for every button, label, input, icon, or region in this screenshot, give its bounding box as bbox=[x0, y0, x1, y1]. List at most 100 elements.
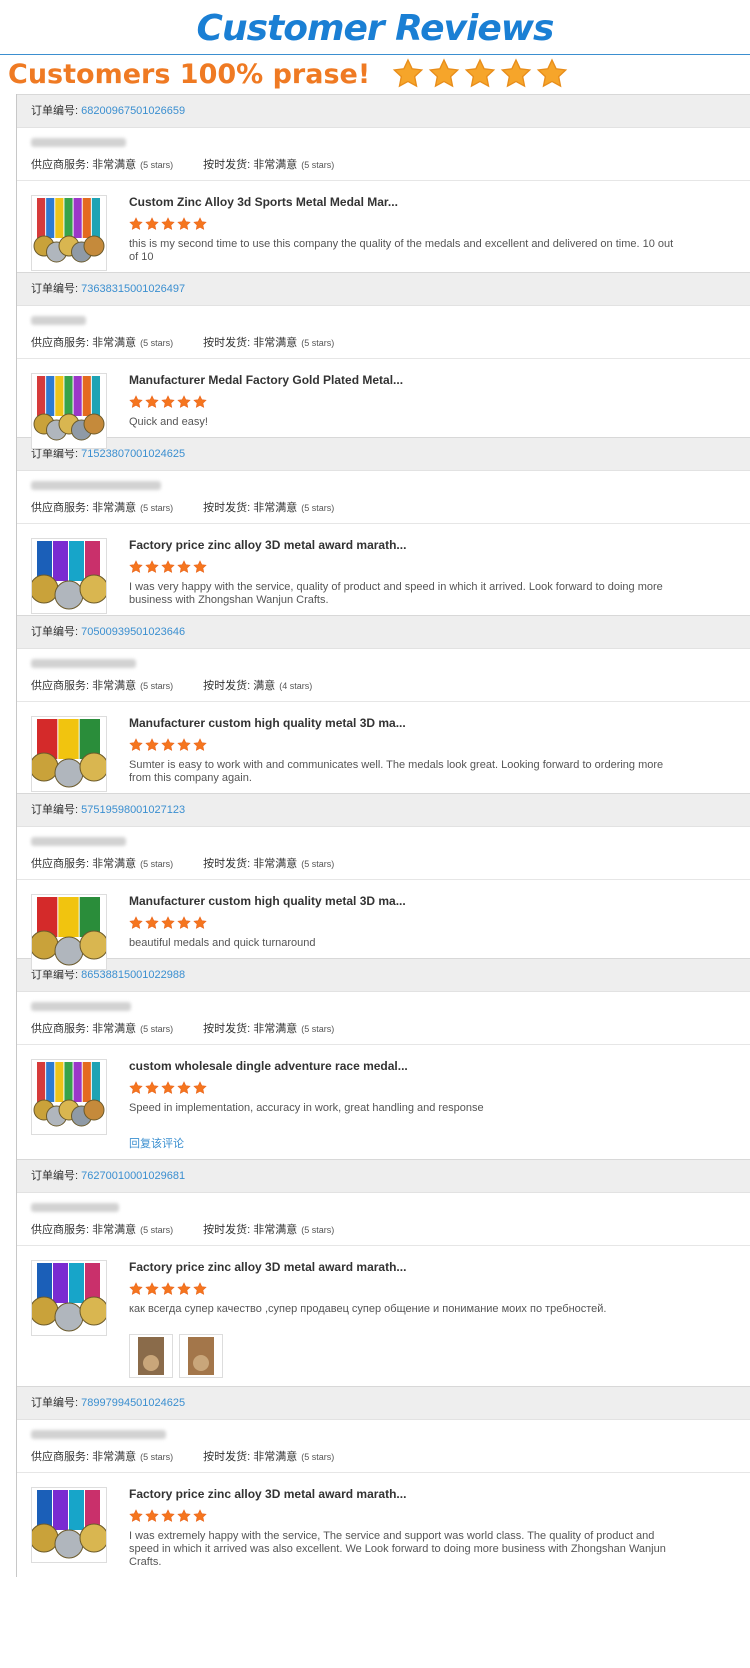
order-number[interactable]: 57519598001027123 bbox=[81, 804, 185, 816]
order-number-label: 订单编号: bbox=[31, 1397, 79, 1409]
product-thumbnail[interactable] bbox=[31, 538, 107, 614]
order-number[interactable]: 68200967501026659 bbox=[81, 105, 185, 117]
star-icon bbox=[145, 1081, 159, 1094]
star-icon bbox=[129, 738, 143, 751]
order-header: 订单编号: 68200967501026659 bbox=[17, 95, 750, 128]
on-time-shipping-label: 按时发货: bbox=[203, 680, 251, 692]
product-review: Manufacturer Medal Factory Gold Plated M… bbox=[17, 359, 750, 449]
on-time-shipping-value: 非常满意 bbox=[253, 502, 298, 514]
service-ratings: 供应商服务: 非常满意 (5 stars) 按时发货: 非常满意 (5 stars) bbox=[31, 156, 334, 172]
review-stars bbox=[129, 1282, 681, 1297]
buyer-rating-row: 供应商服务: 非常满意 (5 stars) 按时发货: 非常满意 (5 stars) bbox=[17, 306, 750, 359]
order-number[interactable]: 73638315001026497 bbox=[81, 283, 185, 295]
star-icon bbox=[193, 560, 207, 573]
product-review: Custom Zinc Alloy 3d Sports Metal Medal … bbox=[17, 181, 750, 272]
buyer-name-blurred bbox=[31, 1430, 166, 1439]
on-time-shipping-label: 按时发货: bbox=[203, 337, 251, 349]
service-ratings: 供应商服务: 非常满意 (5 stars) 按时发货: 非常满意 (5 stars) bbox=[31, 855, 334, 871]
buyer-name-blurred bbox=[31, 1002, 131, 1011]
supplier-service-value: 非常满意 bbox=[92, 502, 137, 514]
product-thumbnail[interactable] bbox=[31, 894, 107, 970]
product-thumbnail[interactable] bbox=[31, 1260, 107, 1336]
on-time-shipping-stars: (5 stars) bbox=[301, 1452, 335, 1462]
star-icon bbox=[177, 1081, 191, 1094]
order-number[interactable]: 86538815001022988 bbox=[81, 969, 185, 981]
product-title[interactable]: Manufacturer custom high quality metal 3… bbox=[129, 894, 681, 910]
star-icon bbox=[177, 1282, 191, 1295]
buyer-rating-row: 供应商服务: 非常满意 (5 stars) 按时发货: 满意 (4 stars) bbox=[17, 649, 750, 702]
praise-text: Customers 100% prase! bbox=[8, 58, 371, 90]
order-header: 订单编号: 78997994501024625 bbox=[17, 1387, 750, 1420]
product-title[interactable]: custom wholesale dingle adventure race m… bbox=[129, 1059, 681, 1075]
product-review: Factory price zinc alloy 3D metal award … bbox=[17, 1246, 750, 1386]
star-icon bbox=[145, 916, 159, 929]
product-thumbnail[interactable] bbox=[31, 716, 107, 792]
review-comment: Quick and easy! bbox=[129, 416, 208, 428]
supplier-service-label: 供应商服务: bbox=[31, 337, 90, 349]
star-icon bbox=[129, 1081, 143, 1094]
order-number[interactable]: 76270010001029681 bbox=[81, 1170, 185, 1182]
review-comment: I was very happy with the service, quali… bbox=[129, 581, 663, 606]
review-comment: как всегда супер качество ,супер продаве… bbox=[129, 1303, 607, 1315]
star-icon bbox=[193, 916, 207, 929]
on-time-shipping-label: 按时发货: bbox=[203, 1224, 251, 1236]
star-icon bbox=[129, 1509, 143, 1522]
supplier-service-stars: (5 stars) bbox=[140, 1452, 174, 1462]
supplier-service-value: 非常满意 bbox=[92, 1224, 137, 1236]
order-card: 订单编号: 70500939501023646 供应商服务: 非常满意 (5 sta… bbox=[17, 615, 750, 793]
on-time-shipping-value: 满意 bbox=[253, 680, 276, 692]
on-time-shipping-stars: (5 stars) bbox=[301, 859, 335, 869]
buyer-rating-row: 供应商服务: 非常满意 (5 stars) 按时发货: 非常满意 (5 stars) bbox=[17, 1420, 750, 1473]
product-title[interactable]: Manufacturer Medal Factory Gold Plated M… bbox=[129, 373, 681, 389]
praise-banner: Customers 100% prase! bbox=[8, 56, 568, 92]
supplier-service-label: 供应商服务: bbox=[31, 680, 90, 692]
product-thumbnail[interactable] bbox=[31, 373, 107, 449]
supplier-service-label: 供应商服务: bbox=[31, 1224, 90, 1236]
on-time-shipping-stars: (5 stars) bbox=[301, 503, 335, 513]
order-number[interactable]: 78997994501024625 bbox=[81, 1397, 185, 1409]
product-title[interactable]: Factory price zinc alloy 3D metal award … bbox=[129, 538, 681, 554]
supplier-service-value: 非常满意 bbox=[92, 159, 137, 171]
review-stars bbox=[129, 1081, 681, 1096]
on-time-shipping-value: 非常满意 bbox=[253, 1224, 298, 1236]
supplier-service-label: 供应商服务: bbox=[31, 858, 90, 870]
order-card: 订单编号: 76270010001029681 供应商服务: 非常满意 (5 sta… bbox=[17, 1159, 750, 1386]
review-stars bbox=[129, 738, 681, 753]
supplier-service-stars: (5 stars) bbox=[140, 503, 174, 513]
on-time-shipping-value: 非常满意 bbox=[253, 1451, 298, 1463]
product-review: Manufacturer custom high quality metal 3… bbox=[17, 880, 750, 970]
review-photo[interactable] bbox=[129, 1334, 173, 1378]
review-photos bbox=[129, 1334, 681, 1378]
order-header: 订单编号: 71523807001024625 bbox=[17, 438, 750, 471]
order-header: 订单编号: 70500939501023646 bbox=[17, 616, 750, 649]
review-comment: Speed in implementation, accuracy in wor… bbox=[129, 1102, 484, 1114]
star-icon bbox=[129, 395, 143, 408]
supplier-service-stars: (5 stars) bbox=[140, 1024, 174, 1034]
reply-link[interactable]: 回复该评论 bbox=[129, 1135, 681, 1151]
supplier-service-stars: (5 stars) bbox=[140, 859, 174, 869]
order-number[interactable]: 71523807001024625 bbox=[81, 448, 185, 460]
star-icon bbox=[129, 217, 143, 230]
review-photo[interactable] bbox=[179, 1334, 223, 1378]
order-number-label: 订单编号: bbox=[31, 1170, 79, 1182]
product-title[interactable]: Custom Zinc Alloy 3d Sports Metal Medal … bbox=[129, 195, 681, 211]
product-review: Factory price zinc alloy 3D metal award … bbox=[17, 1473, 750, 1577]
buyer-rating-row: 供应商服务: 非常满意 (5 stars) 按时发货: 非常满意 (5 stars) bbox=[17, 128, 750, 181]
order-number-label: 订单编号: bbox=[31, 804, 79, 816]
product-thumbnail[interactable] bbox=[31, 1059, 107, 1135]
product-title[interactable]: Manufacturer custom high quality metal 3… bbox=[129, 716, 681, 732]
order-number[interactable]: 70500939501023646 bbox=[81, 626, 185, 638]
service-ratings: 供应商服务: 非常满意 (5 stars) 按时发货: 非常满意 (5 stars) bbox=[31, 499, 334, 515]
star-icon bbox=[536, 58, 568, 88]
star-icon bbox=[193, 217, 207, 230]
star-icon bbox=[193, 1509, 207, 1522]
buyer-rating-row: 供应商服务: 非常满意 (5 stars) 按时发货: 非常满意 (5 stars) bbox=[17, 992, 750, 1045]
supplier-service-label: 供应商服务: bbox=[31, 159, 90, 171]
order-number-label: 订单编号: bbox=[31, 626, 79, 638]
order-header: 订单编号: 57519598001027123 bbox=[17, 794, 750, 827]
product-title[interactable]: Factory price zinc alloy 3D metal award … bbox=[129, 1487, 681, 1503]
product-title[interactable]: Factory price zinc alloy 3D metal award … bbox=[129, 1260, 681, 1276]
product-thumbnail[interactable] bbox=[31, 1487, 107, 1563]
buyer-name-blurred bbox=[31, 1203, 119, 1212]
product-thumbnail[interactable] bbox=[31, 195, 107, 271]
